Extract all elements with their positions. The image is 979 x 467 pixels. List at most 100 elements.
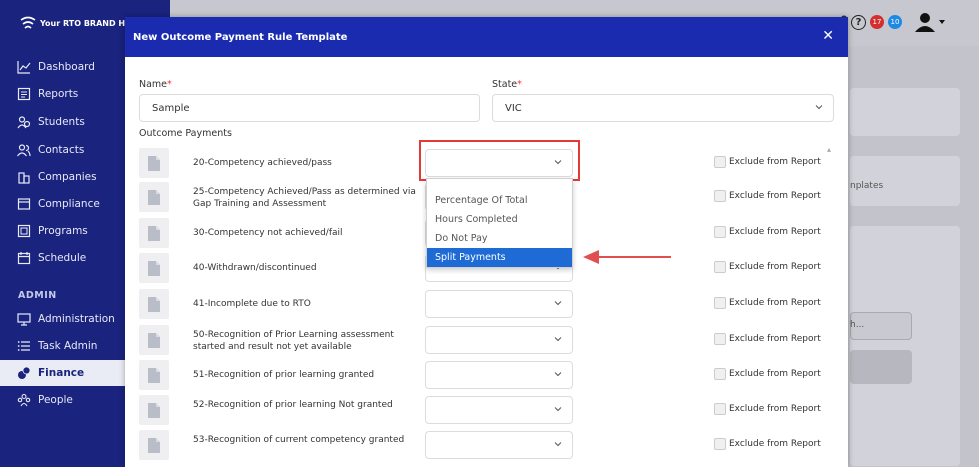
option-hours-completed[interactable]: Hours Completed bbox=[427, 210, 572, 229]
option-do-not-pay[interactable]: Do Not Pay bbox=[427, 229, 572, 248]
exclude-from-report-checkbox[interactable] bbox=[714, 226, 726, 238]
compliance-icon bbox=[16, 196, 32, 212]
sidebar-item-label: Task Admin bbox=[38, 340, 98, 352]
document-icon bbox=[139, 395, 169, 425]
sidebar-item-label: Compliance bbox=[38, 198, 100, 210]
outcome-label: 20-Competency achieved/pass bbox=[193, 158, 332, 168]
document-icon bbox=[139, 325, 169, 355]
exclude-from-report-label: Exclude from Report bbox=[729, 262, 821, 272]
exclude-from-report-checkbox[interactable] bbox=[714, 368, 726, 380]
programs-icon bbox=[16, 223, 32, 239]
schedule-icon bbox=[16, 250, 32, 266]
exclude-from-report-label: Exclude from Report bbox=[729, 227, 821, 237]
required-mark: * bbox=[167, 79, 172, 90]
exclude-from-report-checkbox[interactable] bbox=[714, 438, 726, 450]
required-mark: * bbox=[517, 79, 522, 90]
people-icon bbox=[16, 392, 32, 408]
chevron-down-icon bbox=[554, 337, 562, 342]
monitor-icon bbox=[16, 311, 32, 327]
modal-title: New Outcome Payment Rule Template bbox=[133, 31, 348, 43]
help-icon[interactable]: ? bbox=[851, 14, 866, 30]
outcome-payment-rule-modal: New Outcome Payment Rule Template ✕ Name… bbox=[125, 17, 848, 467]
caret-down-icon bbox=[939, 20, 945, 24]
name-input[interactable]: Sample bbox=[139, 94, 480, 122]
companies-icon bbox=[16, 169, 32, 185]
outcome-label: 41-Incomplete due to RTO bbox=[193, 299, 311, 309]
name-label: Name* bbox=[139, 79, 172, 90]
name-label-text: Name bbox=[139, 79, 168, 90]
sidebar-item-label: Administration bbox=[38, 313, 115, 325]
scroll-indicator[interactable]: ▴ bbox=[827, 145, 831, 154]
sidebar-item-label: Schedule bbox=[38, 252, 87, 264]
close-icon[interactable]: ✕ bbox=[822, 28, 834, 44]
list-icon bbox=[16, 338, 32, 354]
outcome-label: 52-Recognition of prior learning Not gra… bbox=[193, 400, 393, 410]
document-icon bbox=[139, 253, 169, 283]
background-text: nplates bbox=[850, 181, 884, 191]
chevron-down-icon bbox=[554, 301, 562, 306]
report-icon bbox=[16, 86, 32, 102]
sidebar-item-label: Students bbox=[38, 116, 85, 128]
contacts-icon bbox=[16, 142, 32, 158]
sidebar-item-label: Programs bbox=[38, 225, 88, 237]
outcome-label: 50-Recognition of Prior Learning assessm… bbox=[193, 330, 394, 352]
payment-type-select[interactable] bbox=[425, 326, 573, 354]
chevron-down-icon bbox=[815, 105, 823, 110]
highlight-box bbox=[419, 140, 580, 181]
sidebar-section-admin: ADMIN bbox=[18, 290, 57, 301]
user-menu[interactable] bbox=[914, 12, 945, 32]
document-icon bbox=[139, 148, 169, 178]
sidebar-item-label: Reports bbox=[38, 88, 79, 100]
exclude-from-report-checkbox[interactable] bbox=[714, 297, 726, 309]
outcome-label: 25-Competency Achieved/Pass as determine… bbox=[193, 187, 416, 209]
payment-type-select[interactable] bbox=[425, 361, 573, 389]
exclude-from-report-checkbox[interactable] bbox=[714, 261, 726, 273]
chart-line-icon bbox=[16, 59, 32, 75]
exclude-from-report-checkbox[interactable] bbox=[714, 403, 726, 415]
sidebar-item-label: Contacts bbox=[38, 144, 85, 156]
outcome-label: 40-Withdrawn/discontinued bbox=[193, 263, 317, 273]
option-percentage-of-total[interactable]: Percentage Of Total bbox=[427, 191, 572, 210]
option-split-payments[interactable]: Split Payments bbox=[427, 248, 572, 267]
sidebar-item-label: Companies bbox=[38, 171, 97, 183]
students-icon bbox=[16, 114, 32, 130]
chevron-down-icon bbox=[554, 372, 562, 377]
payment-type-select[interactable] bbox=[425, 290, 573, 318]
exclude-from-report-label: Exclude from Report bbox=[729, 404, 821, 414]
document-icon bbox=[139, 182, 169, 212]
exclude-from-report-checkbox[interactable] bbox=[714, 190, 726, 202]
state-select[interactable]: VIC bbox=[492, 94, 834, 122]
top-icons: ? 17 10 bbox=[851, 12, 945, 32]
pointer-arrow-icon bbox=[583, 250, 671, 264]
outcome-label: 53-Recognition of current competency gra… bbox=[193, 435, 405, 445]
brand-logo-icon bbox=[20, 16, 36, 29]
document-icon bbox=[139, 289, 169, 319]
outcome-label: 30-Competency not achieved/fail bbox=[193, 228, 343, 238]
state-value: VIC bbox=[505, 102, 522, 114]
state-label: State* bbox=[492, 79, 522, 90]
document-icon bbox=[139, 430, 169, 460]
exclude-from-report-label: Exclude from Report bbox=[729, 439, 821, 449]
payment-type-dropdown: Percentage Of Total Hours Completed Do N… bbox=[426, 178, 573, 268]
chevron-down-icon bbox=[554, 442, 562, 447]
exclude-from-report-checkbox[interactable] bbox=[714, 156, 726, 168]
payment-type-select[interactable] bbox=[425, 431, 573, 459]
sidebar-item-label: Finance bbox=[38, 367, 85, 379]
notification-badge-red[interactable]: 17 bbox=[870, 15, 884, 29]
finance-icon bbox=[16, 365, 32, 381]
document-icon bbox=[139, 218, 169, 248]
background-card bbox=[850, 226, 960, 466]
user-avatar-icon bbox=[915, 13, 935, 32]
background-text: h... bbox=[850, 320, 865, 330]
sidebar-item-label: People bbox=[38, 394, 73, 406]
exclude-from-report-label: Exclude from Report bbox=[729, 334, 821, 344]
exclude-from-report-label: Exclude from Report bbox=[729, 191, 821, 201]
exclude-from-report-checkbox[interactable] bbox=[714, 333, 726, 345]
outcome-payments-label: Outcome Payments bbox=[139, 128, 232, 139]
background-card bbox=[850, 88, 960, 136]
document-icon bbox=[139, 360, 169, 390]
exclude-from-report-label: Exclude from Report bbox=[729, 157, 821, 167]
notification-badge-blue[interactable]: 10 bbox=[888, 15, 902, 29]
outcome-label: 51-Recognition of prior learning granted bbox=[193, 370, 375, 380]
payment-type-select[interactable] bbox=[425, 396, 573, 424]
